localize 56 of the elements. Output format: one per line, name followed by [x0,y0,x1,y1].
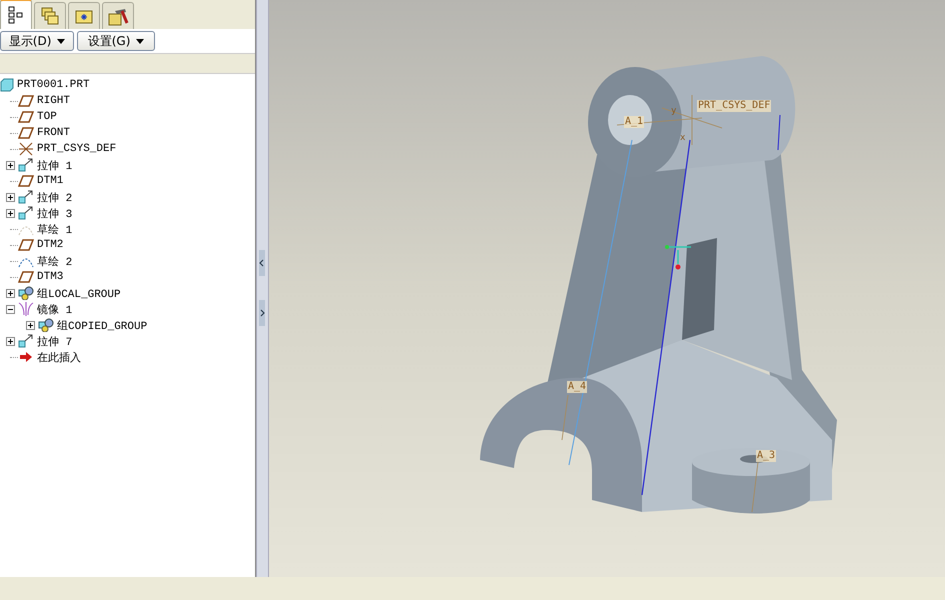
model-tree-icon [7,6,25,24]
datum-plane-icon [18,238,34,252]
tree-item[interactable]: 在此插入 [37,350,81,364]
extrude-icon [18,206,34,220]
datum-plane-icon [18,110,34,124]
expand-toggle[interactable] [26,320,34,330]
datum-plane-icon [18,174,34,188]
panel-tab[interactable] [0,0,32,29]
model-annotation: PRT_CSYS_DEF [697,100,772,112]
model-annotation: A_4 [567,381,588,393]
extrude-icon [18,190,34,204]
model-annotation: y [670,105,678,117]
mirror-icon [18,302,34,316]
expand-toggle[interactable] [6,208,14,218]
tree-item[interactable]: DTM2 [37,239,64,251]
datum-plane-icon [18,270,34,284]
model-annotation: A_3 [756,450,776,462]
datum-plane-icon [18,94,34,108]
expand-toggle[interactable] [6,192,14,202]
model-annotation: x [679,132,686,144]
tree-item[interactable]: PRT_CSYS_DEF [37,143,116,155]
tree-item[interactable]: TOP [37,111,57,123]
expand-toggle[interactable] [6,160,14,170]
tree-item[interactable]: PRT0001.PRT [17,79,90,91]
arrow-icon [18,350,34,364]
caret-icon [57,38,66,44]
extrude-icon [18,158,34,172]
expand-toggle[interactable] [6,288,14,298]
coordinate-system-icon [18,142,34,156]
group-icon [18,286,34,300]
expand-toggle[interactable] [6,336,14,346]
part-icon [0,78,14,92]
caret-icon [136,38,144,44]
dropdown-button[interactable]: 显示(D) [0,31,74,51]
extrude-icon [18,334,34,348]
tree-item[interactable]: 草绘 1 [37,222,72,236]
tree-item[interactable]: 拉伸 1 [37,158,72,172]
folders-icon [40,6,60,26]
tree-item[interactable]: 草绘 2 [37,254,72,268]
collapse-left-icon[interactable] [259,250,265,276]
model-annotation: A_1 [624,116,644,128]
tree-item[interactable]: 拉伸 3 [37,206,72,220]
tree-item[interactable]: FRONT [37,127,70,139]
tree-item[interactable]: RIGHT [37,95,70,107]
tree-item[interactable]: DTM1 [37,175,64,187]
datum-plane-icon [18,126,34,140]
expand-right-icon[interactable] [259,300,265,326]
tree-item[interactable]: 拉伸 2 [37,190,72,204]
tree-item[interactable]: 拉伸 7 [37,334,72,348]
group-icon [38,318,54,332]
tree-item[interactable]: 组LOCAL_GROUP [37,286,121,300]
tree-item[interactable]: 镜像 1 [37,302,72,316]
expand-toggle[interactable] [6,304,14,314]
tree-item[interactable]: 组COPIED_GROUP [57,318,148,332]
dropdown-button[interactable]: 设置(G) [77,31,155,51]
tree-item[interactable]: DTM3 [37,271,64,283]
